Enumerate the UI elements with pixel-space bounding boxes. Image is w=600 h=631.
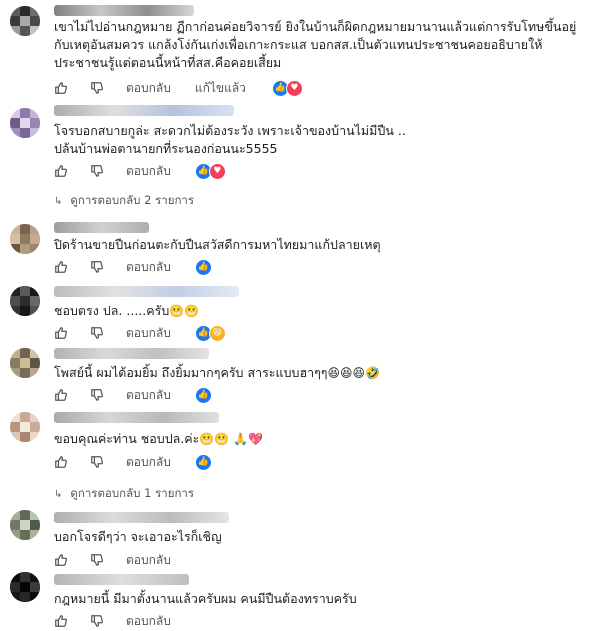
reply-button[interactable]: ตอบกลับ xyxy=(126,453,171,472)
reply-button[interactable]: ตอบกลับ xyxy=(126,79,171,98)
avatar[interactable] xyxy=(10,348,40,378)
dislike-icon[interactable] xyxy=(90,81,104,95)
reaction-summary[interactable]: 👍 ♥ xyxy=(271,79,303,97)
reaction-summary[interactable]: 👍 xyxy=(194,258,212,276)
author-name[interactable] xyxy=(54,5,194,16)
comment-text: ปิดร้านขายปืนก่อนตะกับปืนสวัสดีการมหาไทย… xyxy=(54,237,381,252)
avatar[interactable] xyxy=(10,224,40,254)
dislike-icon[interactable] xyxy=(90,614,104,628)
comment-text: กฎหมายนี้ มีมาตั้งนานแล้วครับผม คนมีปืนต… xyxy=(54,591,357,606)
comment-actions: ตอบกลับ แก้ไขแล้ว 👍 ♥ xyxy=(54,79,303,98)
comment-text: เขาไม่ไปอ่านกฎหมาย ฏีกาก่อนค่อยวิจารย์ ย… xyxy=(54,19,577,70)
reply-button[interactable]: ตอบกลับ xyxy=(126,551,171,570)
comment-text: โพสย์นี้ ผมได้อมยิ้ม ถึงยิ้มมากๆครับ สาร… xyxy=(54,365,381,380)
author-name[interactable] xyxy=(54,105,234,116)
comment-thread: เขาไม่ไปอ่านกฎหมาย ฏีกาก่อนค่อยวิจารย์ ย… xyxy=(0,0,600,628)
reaction-summary[interactable]: 👍 xyxy=(194,386,212,404)
haha-reaction-icon: 😆 xyxy=(208,324,226,342)
comment-actions: ตอบกลับ 👍 ♥ xyxy=(54,162,226,181)
like-reaction-icon: 👍 xyxy=(194,453,212,471)
reaction-summary[interactable]: 👍 xyxy=(194,453,212,471)
avatar[interactable] xyxy=(10,286,40,316)
reply-arrow-icon: ↳ xyxy=(54,195,63,207)
dislike-icon[interactable] xyxy=(90,455,104,469)
comment-actions: ตอบกลับ 👍 xyxy=(54,258,212,277)
like-icon[interactable] xyxy=(54,81,68,95)
reply-button[interactable]: ตอบกลับ xyxy=(126,162,171,181)
like-icon[interactable] xyxy=(54,455,68,469)
reply-arrow-icon: ↳ xyxy=(54,488,63,500)
emoji-text: 😬😬 🙏💖 xyxy=(199,432,263,446)
author-name[interactable] xyxy=(54,412,219,423)
avatar[interactable] xyxy=(10,6,40,36)
avatar[interactable] xyxy=(10,108,40,138)
edited-label[interactable]: แก้ไขแล้ว xyxy=(195,79,246,98)
view-replies-link[interactable]: ↳ ดูการตอบกลับ 2 รายการ xyxy=(54,192,194,210)
comment-text: ชอบตรง ปล. .....ครับ😬😬 xyxy=(54,303,200,318)
comment-actions: ตอบกลับ xyxy=(54,612,195,630)
reaction-summary[interactable]: 👍 ♥ xyxy=(194,162,226,180)
like-icon[interactable] xyxy=(54,164,68,178)
reply-button[interactable]: ตอบกลับ xyxy=(126,258,171,277)
author-name[interactable] xyxy=(54,222,149,233)
author-name[interactable] xyxy=(54,574,189,585)
comment-actions: ตอบกลับ 👍 xyxy=(54,453,212,472)
like-icon[interactable] xyxy=(54,388,68,402)
comment-text: โจรบอกสบายกูล่ะ สะดวกไม่ต้องระวัง เพราะเ… xyxy=(54,123,406,156)
dislike-icon[interactable] xyxy=(90,388,104,402)
comment-actions: ตอบกลับ 👍 xyxy=(54,386,212,405)
comment-text: ขอบคุณค่ะท่าน ชอบปล.ค่ะ😬😬 🙏💖 xyxy=(54,431,263,446)
like-icon[interactable] xyxy=(54,614,68,628)
dislike-icon[interactable] xyxy=(90,164,104,178)
author-name[interactable] xyxy=(54,348,209,359)
emoji-text: 😆😆😆🤣 xyxy=(327,366,381,380)
like-reaction-icon: 👍 xyxy=(194,258,212,276)
emoji-text: 😬😬 xyxy=(169,304,200,318)
like-reaction-icon: 👍 xyxy=(194,386,212,404)
view-replies-link[interactable]: ↳ ดูการตอบกลับ 1 รายการ xyxy=(54,485,194,503)
like-icon[interactable] xyxy=(54,326,68,340)
dislike-icon[interactable] xyxy=(90,553,104,567)
author-name[interactable] xyxy=(54,286,239,297)
love-reaction-icon: ♥ xyxy=(285,79,303,97)
reply-button[interactable]: ตอบกลับ xyxy=(126,324,171,343)
avatar[interactable] xyxy=(10,572,40,602)
comment-actions: ตอบกลับ 👍 😆 xyxy=(54,324,226,343)
reply-button[interactable]: ตอบกลับ xyxy=(126,386,171,405)
reaction-summary[interactable]: 👍 😆 xyxy=(194,324,226,342)
dislike-icon[interactable] xyxy=(90,326,104,340)
comment-text: บอกโจรดีๆว่า จะเอาอะไรก็เชิญ xyxy=(54,529,222,544)
love-reaction-icon: ♥ xyxy=(208,162,226,180)
comment-actions: ตอบกลับ xyxy=(54,551,195,569)
avatar[interactable] xyxy=(10,412,40,442)
dislike-icon[interactable] xyxy=(90,260,104,274)
like-icon[interactable] xyxy=(54,553,68,567)
avatar[interactable] xyxy=(10,510,40,540)
author-name[interactable] xyxy=(54,512,229,523)
like-icon[interactable] xyxy=(54,260,68,274)
